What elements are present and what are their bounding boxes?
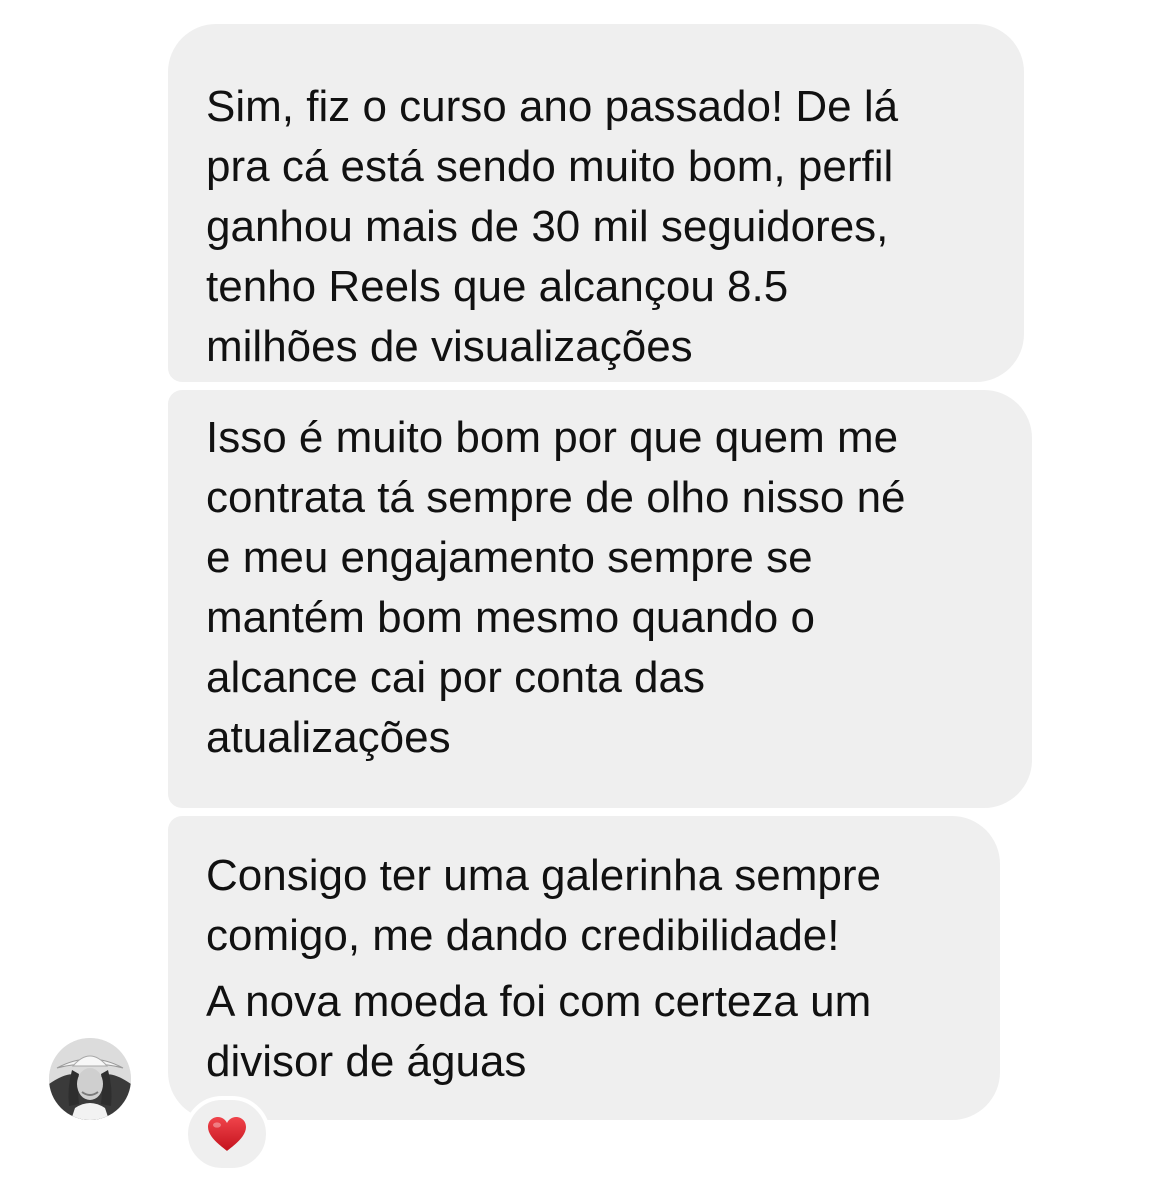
message-bubble-1[interactable]: Sim, fiz o curso ano passado! De lá pra … <box>168 24 1024 382</box>
message-3-paragraph-1: Consigo ter uma galerinha sempre comigo,… <box>206 846 962 966</box>
message-3-paragraph-2: A nova moeda foi com certeza um divisor … <box>206 972 962 1092</box>
message-3-line-1: Consigo ter uma galerinha sempre <box>206 851 882 900</box>
message-2-line-5: alcance cai por conta das <box>206 653 705 702</box>
message-2-line-6: atualizações <box>206 713 451 762</box>
message-3-line-3: A nova moeda foi com certeza um <box>206 977 872 1026</box>
message-bubble-3[interactable]: Consigo ter uma galerinha sempre comigo,… <box>168 816 1000 1120</box>
message-bubble-2[interactable]: Isso é muito bom por que quem me contrat… <box>168 390 1032 808</box>
message-2-line-3: e meu engajamento sempre se <box>206 533 813 582</box>
profile-photo-avatar-icon <box>49 1038 131 1120</box>
message-1-line-2: pra cá está sendo muito bom, perfil <box>206 142 894 191</box>
message-3-line-4: divisor de águas <box>206 1037 527 1086</box>
sender-avatar[interactable] <box>49 1038 131 1120</box>
message-1-line-4: tenho Reels que alcançou 8.5 <box>206 262 789 311</box>
message-1-line-3: ganhou mais de 30 mil seguidores, <box>206 202 889 251</box>
message-2-line-1: Isso é muito bom por que quem me <box>206 413 899 462</box>
message-1-line-1: Sim, fiz o curso ano passado! De lá <box>206 82 899 131</box>
message-2-line-2: contrata tá sempre de olho nisso né <box>206 473 906 522</box>
heart-reaction[interactable] <box>184 1096 270 1172</box>
message-1-line-5: milhões de visualizações <box>206 322 693 371</box>
message-3-line-2: comigo, me dando credibilidade! <box>206 911 840 960</box>
red-heart-icon <box>208 1117 246 1151</box>
message-2-line-4: mantém bom mesmo quando o <box>206 593 815 642</box>
